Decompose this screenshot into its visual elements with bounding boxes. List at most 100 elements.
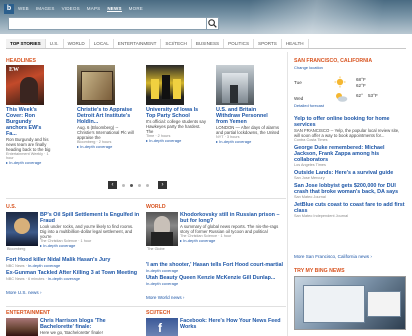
nav-news[interactable]: NEWS <box>107 6 122 12</box>
headline-title[interactable]: Christie's to Appraise Detroit Art Insti… <box>77 107 137 125</box>
tab-politics[interactable]: POLITICS <box>224 39 255 48</box>
image-caption: Bloomberg <box>7 247 26 251</box>
story-title[interactable]: Yelp to offer online booking for home se… <box>294 116 406 128</box>
us-heading[interactable]: U.S. <box>6 204 16 210</box>
story-title[interactable]: Khodorkovsky still in Russian prison – b… <box>180 212 284 224</box>
headline-card-3: University of Iowa Is Top Party School I… <box>146 107 206 143</box>
more-us-news-link[interactable]: More U.S. news › <box>6 290 42 295</box>
story-snippet: A summary of global news reports. The ni… <box>180 224 279 234</box>
entertainment-heading[interactable]: ENTERTAINMENT <box>6 310 50 316</box>
weather-day: Tue <box>294 80 302 85</box>
tab-scitech[interactable]: SCI/TECH <box>161 39 192 48</box>
location-heading: SAN FRANCISCO, CALIFORNIA <box>294 58 373 64</box>
detailed-forecast-link[interactable]: Detailed forecast <box>294 103 324 108</box>
weather-low: 53°F <box>368 93 378 98</box>
weather-low: 62°F <box>356 83 366 88</box>
in-depth-link[interactable]: In-depth coverage <box>146 268 178 273</box>
carousel-dot[interactable] <box>130 184 133 187</box>
nav-maps[interactable]: MAPS <box>87 6 101 12</box>
sun-icon <box>334 76 346 90</box>
entertainment-image[interactable] <box>6 318 38 336</box>
story-source: San Jose Mercury <box>294 176 325 180</box>
story-title[interactable]: Facebook: Here's How Your News Feed Work… <box>180 318 284 330</box>
change-location-link[interactable]: Change location <box>294 65 323 70</box>
weather-high: 68°F <box>356 77 366 82</box>
tab-local[interactable]: LOCAL <box>90 39 114 48</box>
story-title[interactable]: George Duke remembered: Michael Jackson,… <box>294 145 406 163</box>
image-caption: The Globe <box>147 247 165 251</box>
headline-source: Entertainment Weekly · 1 hour <box>6 152 49 160</box>
carousel-dot[interactable] <box>146 184 149 187</box>
story-source: Contra Costa Times <box>294 138 328 142</box>
carousel-dot[interactable] <box>138 184 141 187</box>
world-heading[interactable]: WORLD <box>146 204 166 210</box>
headlines-heading: HEADLINES <box>6 58 36 64</box>
world-story-list: 'I am the shooter,' Hasan tells Fort Hoo… <box>146 262 286 286</box>
main-nav: WEB IMAGES VIDEOS MAPS NEWS MORE <box>18 6 143 12</box>
story-title[interactable]: San Jose lobbyist gets $200,000 for DUI … <box>294 183 406 195</box>
headline-title[interactable]: University of Iowa Is Top Party School <box>146 107 206 119</box>
scitech-story: Facebook: Here's How Your News Feed Work… <box>180 318 284 330</box>
story-snippet: Here we go, 'Bachelorette' finale! <box>40 330 103 335</box>
in-depth-link[interactable]: In-depth coverage <box>146 281 178 286</box>
more-local-news-link[interactable]: More San Francisco, California news › <box>294 254 372 259</box>
headline-snippet: It's official: college students say Hawk… <box>146 119 206 134</box>
my-bing-news-promo-image[interactable] <box>294 276 406 330</box>
tab-us[interactable]: U.S. <box>46 39 64 48</box>
headline-image-2[interactable] <box>77 65 115 105</box>
tab-sports[interactable]: SPORTS <box>254 39 282 48</box>
headline-card-4: U.S. and Britain Withdraw Personnel from… <box>216 107 280 144</box>
us-lead-image[interactable] <box>6 212 38 246</box>
carousel-dot[interactable] <box>122 184 125 187</box>
headline-image-4[interactable] <box>216 65 254 105</box>
tab-world[interactable]: WORLD <box>64 39 90 48</box>
headline-title[interactable]: This Week's Cover: Ron Burgundy anchors … <box>6 107 52 137</box>
tab-top-stories[interactable]: TOP STORIES <box>6 39 46 48</box>
headline-snippet: LONDON — After days of alarms and partia… <box>216 125 280 135</box>
tab-entertainment[interactable]: ENTERTAINMENT <box>114 39 162 48</box>
story-source: San Mateo Journal <box>294 195 326 199</box>
tab-business[interactable]: BUSINESS <box>192 39 225 48</box>
in-depth-link[interactable]: ▸ In-depth coverage <box>6 160 52 165</box>
in-depth-link[interactable]: ▸ In-depth coverage <box>180 238 284 243</box>
in-depth-link[interactable]: ▸ In-depth coverage <box>216 139 280 144</box>
divider <box>6 198 286 199</box>
bing-logo[interactable]: b <box>4 4 14 14</box>
world-lead-image[interactable] <box>146 212 178 246</box>
headline-card-2: Christie's to Appraise Detroit Art Insti… <box>77 107 137 149</box>
search-input[interactable] <box>8 17 214 30</box>
nav-videos[interactable]: VIDEOS <box>62 6 80 12</box>
headline-title[interactable]: U.S. and Britain Withdraw Personnel from… <box>216 107 280 125</box>
story-snippet: SAN FRANCISCO -- Yelp, the popular local… <box>294 128 400 138</box>
story-source: San Mateo Independent Journal <box>294 214 349 218</box>
in-depth-link[interactable]: In-depth coverage <box>48 276 80 281</box>
headline-snippet: Ron Burgundy and his news team are final… <box>6 137 51 152</box>
in-depth-link[interactable]: ▸ In-depth coverage <box>40 243 140 248</box>
headline-snippet: Aug. 6 (Bloomberg) -- Christie's Interna… <box>77 125 134 140</box>
in-depth-link[interactable]: In-depth coverage <box>28 263 60 268</box>
tab-health[interactable]: HEALTH <box>282 39 309 48</box>
headline-image-1[interactable]: EW <box>6 65 44 105</box>
us-lead-story: BP's Oil Spill Settlement Is Engulfed in… <box>40 212 140 248</box>
nav-web[interactable]: WEB <box>18 6 29 12</box>
carousel-next-button[interactable]: › <box>158 181 167 189</box>
more-world-news-link[interactable]: More World news › <box>146 295 184 300</box>
cloud-sun-icon <box>334 91 348 105</box>
story-title[interactable]: BP's Oil Spill Settlement Is Engulfed in… <box>40 212 140 224</box>
story-snippet: Look under rocks, and you're likely to f… <box>40 224 134 239</box>
carousel-prev-button[interactable]: ‹ <box>108 181 117 189</box>
scitech-image[interactable]: f <box>146 318 178 336</box>
story-title[interactable]: Chris Harrison blogs 'The Bachelorette' … <box>40 318 140 330</box>
headline-image-3[interactable] <box>146 65 184 105</box>
story-title[interactable]: JetBlue cuts coast to coast fare to add … <box>294 202 406 214</box>
in-depth-link[interactable]: ▸ In-depth coverage <box>146 138 206 143</box>
divider <box>6 306 286 307</box>
search-button[interactable] <box>206 17 219 30</box>
nav-images[interactable]: IMAGES <box>36 6 55 12</box>
headline-card-1: This Week's Cover: Ron Burgundy anchors … <box>6 107 52 165</box>
local-stories: Yelp to offer online booking for home se… <box>294 116 406 218</box>
category-tabs: TOP STORIES U.S. WORLD LOCAL ENTERTAINME… <box>6 39 406 49</box>
scitech-heading[interactable]: SCI/TECH <box>146 310 170 316</box>
nav-more[interactable]: MORE <box>129 6 143 12</box>
in-depth-link[interactable]: ▸ In-depth coverage <box>77 144 137 149</box>
